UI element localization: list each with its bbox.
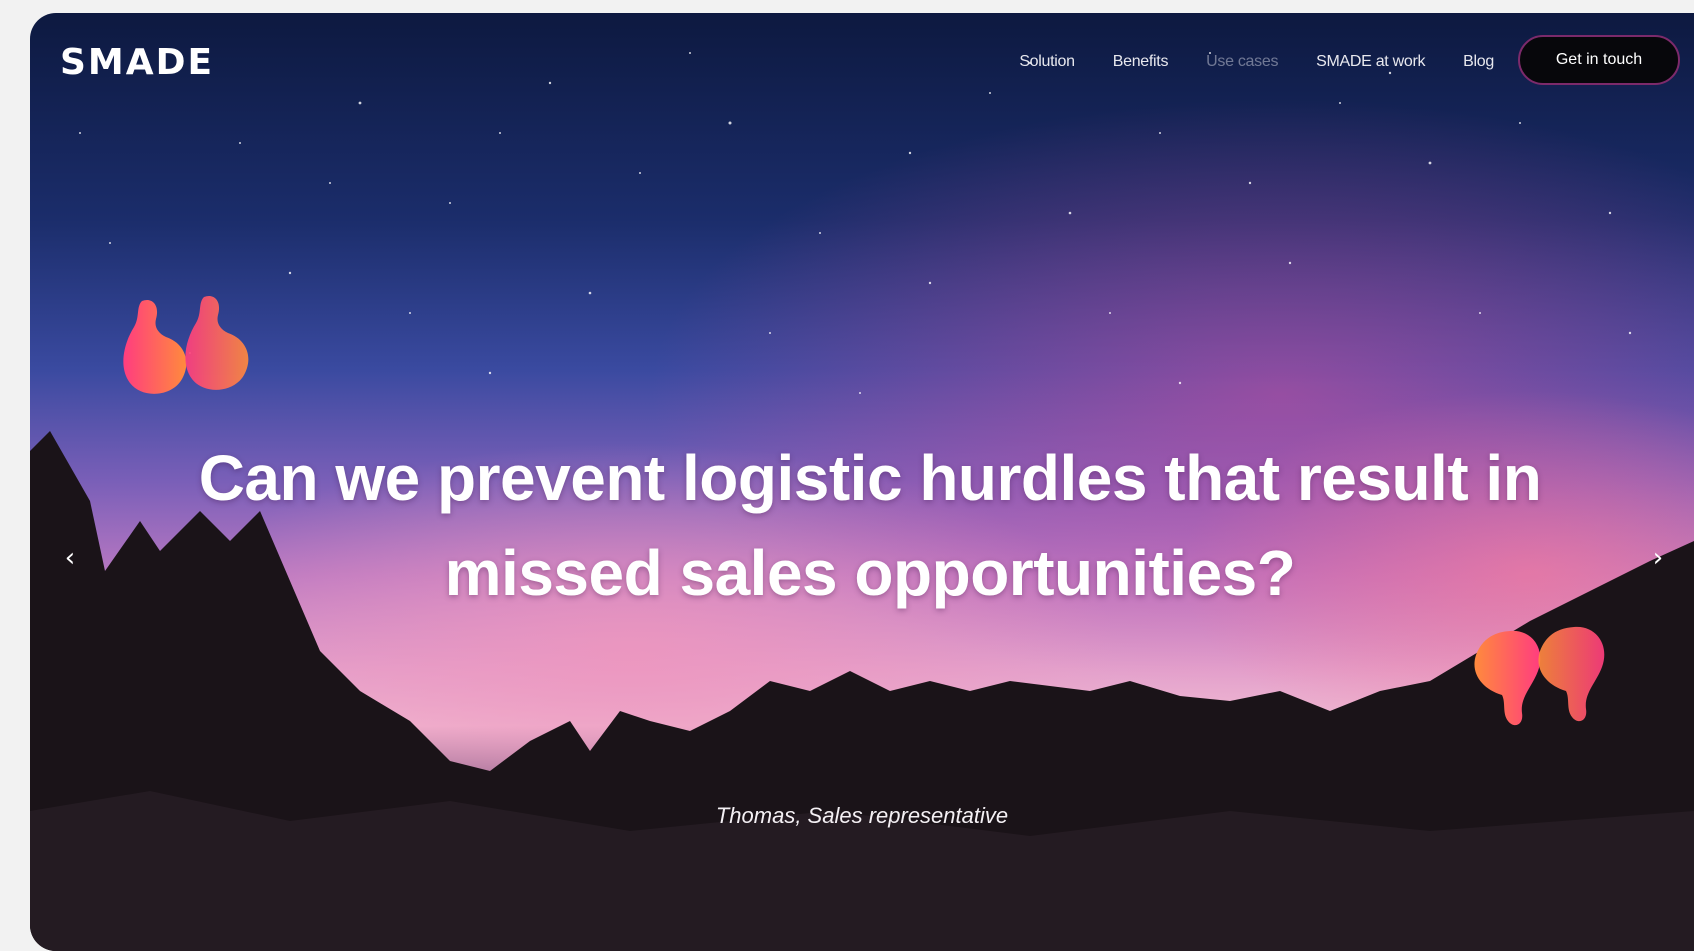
hero-headline: Can we prevent logistic hurdles that res… — [90, 431, 1650, 621]
hero-section: SMADE Solution Benefits Use cases SMADE … — [30, 13, 1694, 951]
quote-attribution: Thomas, Sales representative — [715, 803, 1009, 828]
nav-link-blog[interactable]: Blog — [1463, 53, 1494, 71]
chevron-left-icon[interactable]: ‹ — [56, 538, 84, 578]
brand-logo[interactable]: SMADE — [60, 45, 214, 81]
quote-close-icon — [1474, 626, 1605, 726]
get-in-touch-button[interactable]: Get in touch — [1518, 35, 1680, 85]
chevron-right-icon[interactable]: › — [1644, 538, 1672, 578]
headline-line-2: missed sales opportunities? — [444, 537, 1296, 609]
nav-link-smade-at-work[interactable]: SMADE at work — [1316, 53, 1425, 71]
headline-line-1: Can we prevent logistic hurdles that res… — [198, 442, 1542, 514]
top-navigation: SMADE Solution Benefits Use cases SMADE … — [30, 35, 1694, 87]
nav-links: Solution Benefits Use cases SMADE at wor… — [1019, 53, 1494, 71]
nav-link-benefits[interactable]: Benefits — [1113, 53, 1169, 71]
quote-open-icon — [123, 295, 249, 394]
nav-link-use-cases[interactable]: Use cases — [1206, 53, 1278, 71]
nav-link-solution[interactable]: Solution — [1019, 53, 1075, 71]
